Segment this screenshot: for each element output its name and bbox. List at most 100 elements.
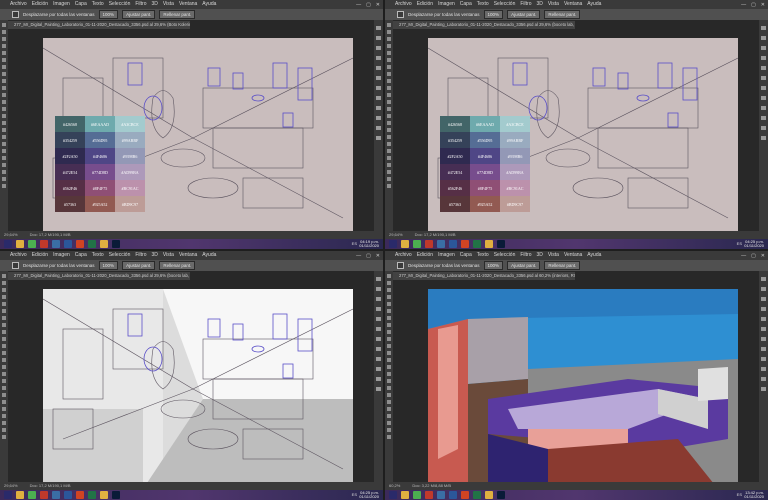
mail-icon[interactable] — [52, 491, 60, 499]
zoom-100-button[interactable]: 100% — [98, 10, 119, 19]
color-swatch[interactable]: #99ABBF — [115, 132, 145, 148]
chrome-icon[interactable] — [413, 240, 421, 248]
file-explorer-icon[interactable] — [16, 491, 24, 499]
tool-icon[interactable] — [387, 93, 391, 97]
fill-screen-button[interactable]: Rellenar pant. — [544, 10, 581, 19]
acrobat-icon[interactable] — [40, 240, 48, 248]
tool-icon[interactable] — [2, 337, 6, 341]
excel-icon[interactable] — [88, 491, 96, 499]
tool-icon[interactable] — [387, 79, 391, 83]
tool-icon[interactable] — [387, 316, 391, 320]
mail-icon[interactable] — [52, 240, 60, 248]
color-swatch[interactable]: #472E54 — [55, 164, 85, 180]
tool-icon[interactable] — [387, 72, 391, 76]
color-swatch[interactable]: #A3CBCE — [500, 116, 530, 132]
color-swatch[interactable]: #562F46 — [440, 180, 470, 196]
panel-icon[interactable] — [761, 96, 766, 100]
tool-icon[interactable] — [2, 302, 6, 306]
tool-icon[interactable] — [2, 274, 6, 278]
panel-icon[interactable] — [761, 307, 766, 311]
menu-item[interactable]: Archivo — [10, 251, 27, 260]
tool-icon[interactable] — [2, 400, 6, 404]
menu-item[interactable]: Ayuda — [587, 0, 601, 9]
panel-icon[interactable] — [376, 357, 381, 361]
menu-item[interactable]: Ventana — [564, 251, 582, 260]
language-indicator[interactable]: ES — [352, 239, 357, 249]
menu-item[interactable]: Ventana — [564, 0, 582, 9]
word-icon[interactable] — [449, 491, 457, 499]
tool-icon[interactable] — [387, 421, 391, 425]
panel-icon[interactable] — [376, 277, 381, 281]
tool-icon[interactable] — [387, 44, 391, 48]
language-indicator[interactable]: ES — [737, 239, 742, 249]
panel-icon[interactable] — [376, 287, 381, 291]
menu-item[interactable]: Ayuda — [202, 251, 216, 260]
tool-icon[interactable] — [2, 121, 6, 125]
panel-icon[interactable] — [376, 36, 381, 40]
tool-icon[interactable] — [2, 30, 6, 34]
tool-icon[interactable] — [2, 142, 6, 146]
powerpoint-icon[interactable] — [461, 240, 469, 248]
tool-icon[interactable] — [2, 177, 6, 181]
menu-item[interactable]: Selección — [109, 251, 131, 260]
menu-item[interactable]: Imagen — [438, 0, 455, 9]
tool-icon[interactable] — [2, 135, 6, 139]
panel-icon[interactable] — [376, 297, 381, 301]
tool-icon[interactable] — [2, 184, 6, 188]
document-canvas[interactable]: #426568 #6EAAAD #A3CBCE #354259 #556D95 #99AB… — [427, 38, 739, 238]
menu-item[interactable]: Edición — [32, 251, 48, 260]
color-swatch[interactable]: #57363 — [440, 196, 470, 212]
photoshop-icon[interactable] — [497, 240, 505, 248]
tool-icon[interactable] — [387, 128, 391, 132]
color-swatch[interactable]: #925A52 — [470, 196, 500, 212]
tool-icon[interactable] — [2, 365, 6, 369]
menu-item[interactable]: Ayuda — [202, 0, 216, 9]
color-swatch[interactable]: #354259 — [55, 132, 85, 148]
folder-icon[interactable] — [100, 240, 108, 248]
zoom-100-button[interactable]: 100% — [483, 10, 504, 19]
folder-icon[interactable] — [485, 240, 493, 248]
tool-icon[interactable] — [387, 274, 391, 278]
tool-icon[interactable] — [387, 23, 391, 27]
tool-icon[interactable] — [2, 163, 6, 167]
chrome-icon[interactable] — [413, 491, 421, 499]
tool-icon[interactable] — [2, 65, 6, 69]
menu-item[interactable]: 3D — [152, 251, 158, 260]
photoshop-icon[interactable] — [497, 491, 505, 499]
panel-icon[interactable] — [376, 106, 381, 110]
tool-icon[interactable] — [387, 281, 391, 285]
panel-icon[interactable] — [376, 377, 381, 381]
tool-icon[interactable] — [387, 428, 391, 432]
acrobat-icon[interactable] — [425, 240, 433, 248]
tool-icon[interactable] — [2, 344, 6, 348]
tool-icon[interactable] — [387, 121, 391, 125]
menu-item[interactable]: Selección — [109, 0, 131, 9]
menu-item[interactable]: Edición — [32, 0, 48, 9]
windows-start-icon[interactable] — [389, 491, 397, 499]
menu-item[interactable]: Archivo — [395, 251, 412, 260]
panel-icon[interactable] — [376, 327, 381, 331]
tool-icon[interactable] — [2, 44, 6, 48]
panel-icon[interactable] — [761, 377, 766, 381]
document-canvas[interactable] — [428, 289, 738, 489]
chrome-icon[interactable] — [28, 240, 36, 248]
tool-icon[interactable] — [2, 114, 6, 118]
color-swatch[interactable]: #2F2A50 — [55, 148, 85, 164]
menu-item[interactable]: Vista — [163, 0, 174, 9]
tool-icon[interactable] — [2, 72, 6, 76]
tool-icon[interactable] — [2, 295, 6, 299]
tool-icon[interactable] — [387, 379, 391, 383]
tool-icon[interactable] — [387, 386, 391, 390]
tool-icon[interactable] — [387, 330, 391, 334]
mail-icon[interactable] — [437, 240, 445, 248]
panel-icon[interactable] — [376, 317, 381, 321]
scroll-all-checkbox[interactable] — [12, 262, 19, 269]
color-swatch[interactable]: #774D8D — [470, 164, 500, 180]
zoom-100-button[interactable]: 100% — [483, 261, 504, 270]
menu-item[interactable]: Selección — [494, 251, 516, 260]
tool-icon[interactable] — [2, 128, 6, 132]
powerpoint-icon[interactable] — [76, 491, 84, 499]
tool-icon[interactable] — [2, 414, 6, 418]
tool-icon[interactable] — [387, 358, 391, 362]
panel-icon[interactable] — [761, 46, 766, 50]
